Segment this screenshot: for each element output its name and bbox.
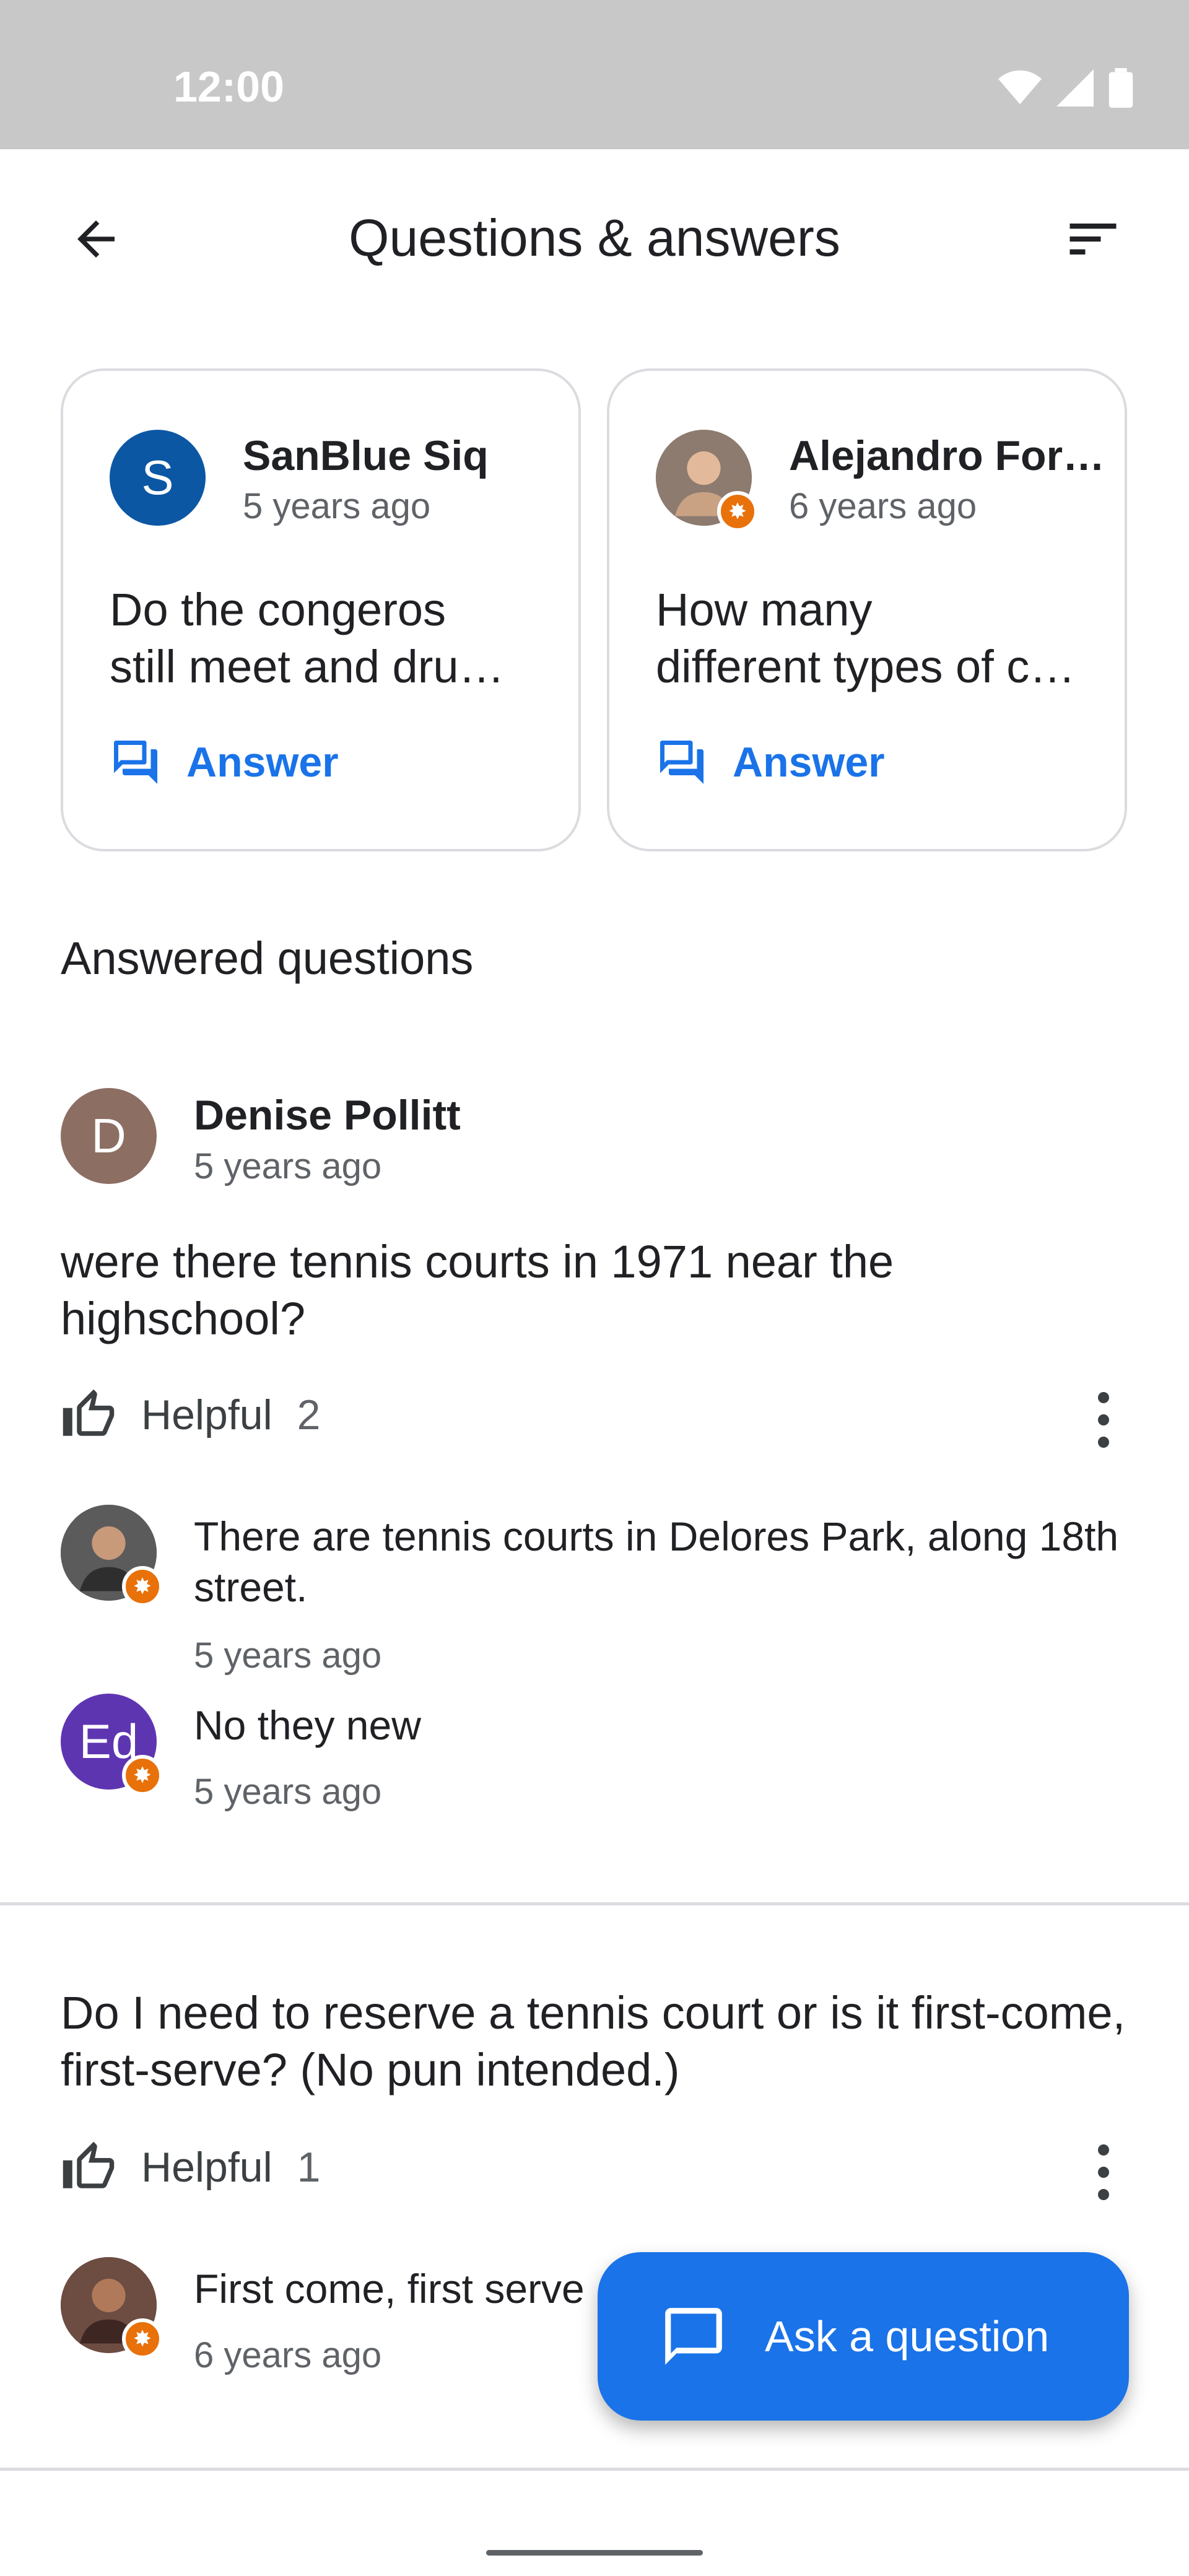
more-options-icon[interactable] [1079,2135,1128,2209]
forum-icon [660,741,703,784]
author-time: 5 years ago [194,1146,382,1186]
card-author-name: SanBlue Siq [243,432,489,479]
app-bar: Questions & answers [0,149,1189,323]
card-question-line: Do the congeros [110,584,446,635]
status-bar: 12:00 [0,0,1189,149]
sort-button[interactable] [1053,199,1133,279]
avatar: ✸ [656,430,758,532]
battery-icon [1108,68,1133,108]
answer-button[interactable]: Answer [656,736,885,788]
status-icons [998,68,1133,108]
local-guide-badge-icon: ✸ [717,491,758,532]
answer-time: 5 years ago [194,1772,382,1812]
question-card[interactable]: ✸ Alejandro Forero 6 years ago How many … [607,368,1127,851]
ask-question-label: Ask a question [765,2312,1050,2361]
question-card[interactable]: S SanBlue Siq 5 years ago Do the congero… [61,368,581,851]
unanswered-cards: S SanBlue Siq 5 years ago Do the congero… [61,368,1127,851]
avatar: ✸ [61,2257,163,2359]
avatar: Ed ✸ [61,1694,163,1796]
ask-question-button[interactable]: Ask a question [598,2252,1129,2421]
page-title: Questions & answers [349,209,840,267]
helpful-button[interactable]: Helpful 1 [61,2139,321,2195]
answer-text: There are tennis courts in Delores Park,… [194,1513,1119,1610]
avatar: ✸ [61,1505,163,1607]
helpful-count: 1 [297,2144,321,2191]
wifi-icon [998,70,1042,105]
section-title: Answered questions [61,933,474,984]
chat-bubble-icon [665,2308,722,2365]
card-question-line: still meet and drum on Sundays? [110,641,537,692]
sort-icon [1069,224,1117,255]
local-guide-badge-icon: ✸ [122,1566,163,1607]
answer-label: Answer [186,739,339,786]
answer-button[interactable]: Answer [110,736,339,788]
status-time: 12:00 [173,63,285,111]
card-time: 5 years ago [243,486,431,526]
thumb-up-icon [63,1389,115,1436]
more-options-icon[interactable] [1079,1383,1128,1457]
card-question: How many different types of courts are t… [656,581,1083,695]
thumb-up-icon [63,2141,115,2188]
avatar: D [61,1088,157,1184]
helpful-count: 2 [297,1391,321,1438]
question-text: were there tennis courts in 1971 near th… [61,1236,894,1344]
card-question-line: different types of courts are there? [656,641,1083,692]
avatar-letter: S [141,450,174,505]
divider [0,2468,1189,2471]
local-guide-badge-icon: ✸ [122,2318,163,2359]
avatar: S [110,430,206,526]
answer-time: 5 years ago [194,1635,382,1676]
avatar-letter: D [91,1108,126,1163]
helpful-button[interactable]: Helpful 2 [61,1387,321,1443]
answer-label: Answer [733,739,885,786]
answer-text: No they new [194,1702,421,1748]
gesture-handle[interactable] [486,2550,703,2556]
answer-time: 6 years ago [194,2335,382,2375]
divider [0,1902,1189,1905]
local-guide-badge-icon: ✸ [122,1755,163,1796]
forum-icon [114,741,157,784]
helpful-label: Helpful [141,1391,272,1438]
card-time: 6 years ago [789,486,977,526]
card-author-name: Alejandro Forero [789,432,1111,479]
signal-icon [1056,69,1094,107]
card-question: Do the congeros still meet and drum on S… [110,581,537,695]
author-name: Denise Pollitt [194,1092,461,1139]
helpful-label: Helpful [141,2144,272,2191]
card-question-line: How many [656,584,873,635]
question-text: Do I need to reserve a tennis court or i… [61,1987,1126,2095]
